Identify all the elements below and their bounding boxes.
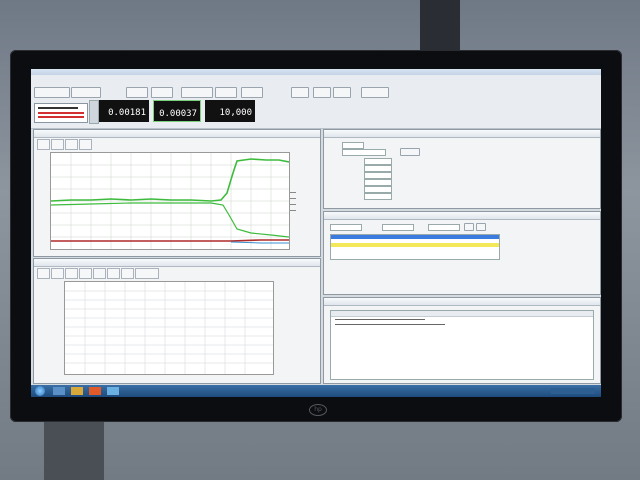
data-table-panel (323, 211, 601, 295)
panel-title-bar (324, 212, 600, 220)
settings-field[interactable] (364, 158, 392, 165)
table-filter-field[interactable] (428, 224, 460, 231)
toolbar-button[interactable] (241, 87, 263, 98)
panel-title-bar (34, 130, 320, 138)
secondary-plot (64, 281, 274, 375)
plot-grid (65, 282, 273, 374)
panel-tool-button[interactable] (51, 268, 64, 279)
panel-tool-button[interactable] (107, 268, 120, 279)
settings-field[interactable] (364, 193, 392, 200)
panel-tool-button[interactable] (93, 268, 106, 279)
settings-field[interactable] (364, 172, 392, 179)
log-header (331, 311, 593, 317)
taskbar-app-icon[interactable] (71, 387, 83, 395)
log-list (330, 310, 594, 380)
red-trace (51, 239, 289, 242)
green-trace-main (50, 158, 290, 202)
log-entry[interactable] (335, 319, 425, 320)
blue-trace (230, 241, 289, 244)
monitor-screen: 0.00181 0.00037 10,000 (31, 69, 601, 397)
panel-title-bar (324, 298, 600, 306)
settings-panel (323, 129, 601, 209)
readout-value: 0.00181 (108, 108, 146, 118)
trend-plot (50, 152, 290, 250)
green-trace-secondary (50, 202, 290, 238)
panel-tool-button[interactable] (65, 268, 78, 279)
toolbar-button[interactable] (215, 87, 237, 98)
settings-field[interactable] (364, 186, 392, 193)
status-box (34, 103, 88, 123)
toolbar-button[interactable] (151, 87, 173, 98)
legend-swatch (290, 210, 296, 211)
settings-field[interactable] (364, 179, 392, 186)
table-filter-field[interactable] (330, 224, 362, 231)
table-button[interactable] (464, 223, 474, 231)
legend-swatch (290, 192, 296, 193)
panel-tool-button[interactable] (51, 139, 64, 150)
taskbar-app-icon[interactable] (89, 387, 101, 395)
toolbar-button[interactable] (313, 87, 331, 98)
toolbar-button[interactable] (361, 87, 389, 98)
toolbar-button[interactable] (126, 87, 148, 98)
legend-swatch (290, 204, 296, 205)
settings-field[interactable] (342, 149, 386, 156)
panel-tool-button[interactable] (37, 268, 50, 279)
taskbar-app-icon[interactable] (107, 387, 119, 395)
table-filter-field[interactable] (382, 224, 414, 231)
log-panel (323, 297, 601, 384)
panel-tool-button[interactable] (121, 268, 134, 279)
readout-side-buttons[interactable] (89, 100, 99, 124)
windows-start-icon[interactable] (35, 386, 45, 396)
readout-display: 0.00181 (99, 100, 149, 122)
status-line (38, 107, 78, 109)
status-alarm-line (38, 112, 84, 114)
log-entry[interactable] (335, 324, 445, 325)
readout-display: 0.00037 (153, 100, 201, 122)
panel-tool-button[interactable] (79, 268, 92, 279)
trend-plot-svg (50, 153, 290, 249)
toolbar-button[interactable] (181, 87, 213, 98)
secondary-plot-svg (65, 282, 273, 374)
toolbar-button[interactable] (71, 87, 101, 98)
trend-panel (33, 129, 321, 257)
table-button[interactable] (476, 223, 486, 231)
settings-field[interactable] (364, 165, 392, 172)
legend-swatch (290, 198, 296, 199)
secondary-plot-panel (33, 258, 321, 384)
readout-value: 10,000 (219, 108, 252, 118)
windows-taskbar (31, 385, 601, 397)
panel-title-bar (324, 130, 600, 138)
panel-tool-button[interactable] (65, 139, 78, 150)
taskbar-app-icon[interactable] (53, 387, 65, 395)
hp-logo-icon: hp (309, 404, 327, 416)
settings-button[interactable] (400, 148, 420, 156)
status-alarm-line (38, 116, 84, 118)
readout-value: 0.00037 (159, 109, 197, 119)
trend-legend (290, 192, 316, 216)
panel-tool-button[interactable] (79, 139, 92, 150)
panel-tool-button[interactable] (135, 268, 159, 279)
panel-title-bar (34, 259, 320, 267)
readout-display: 10,000 (205, 100, 255, 122)
data-table (330, 234, 500, 260)
settings-field[interactable] (342, 142, 364, 149)
toolbar-button[interactable] (291, 87, 309, 98)
monitor-stand (44, 420, 104, 480)
toolbar-button[interactable] (34, 87, 70, 98)
system-tray[interactable] (551, 388, 595, 394)
panel-tool-button[interactable] (37, 139, 50, 150)
table-row[interactable] (331, 251, 499, 255)
toolbar-button[interactable] (333, 87, 351, 98)
plot-grid (51, 153, 289, 249)
